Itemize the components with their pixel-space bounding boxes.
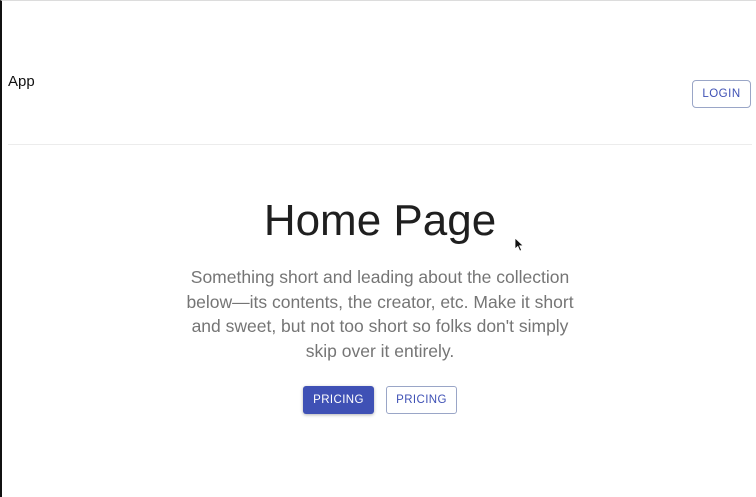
mouse-pointer-icon xyxy=(514,237,525,252)
app-title: App xyxy=(8,73,35,90)
header-divider xyxy=(8,144,752,145)
hero-button-row: PRICING PRICING xyxy=(303,386,457,414)
page-title: Home Page xyxy=(263,196,497,245)
pricing-secondary-button[interactable]: PRICING xyxy=(386,386,457,414)
login-button[interactable]: LOGIN xyxy=(692,80,751,108)
hero-description: Something short and leading about the co… xyxy=(186,267,574,361)
pricing-primary-button[interactable]: PRICING xyxy=(303,386,374,414)
